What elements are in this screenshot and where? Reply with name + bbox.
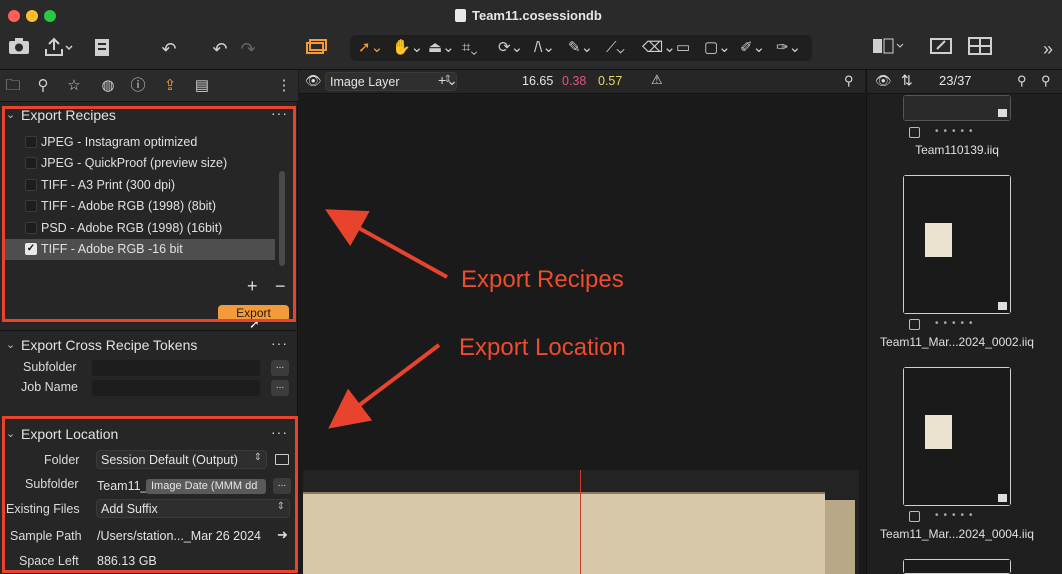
location-arrow xyxy=(328,343,441,429)
rotate-icon[interactable]: ⟳⌄ xyxy=(498,37,523,59)
minimize-window-button[interactable] xyxy=(26,10,38,22)
cross-tokens-title: Export Cross Recipe Tokens xyxy=(21,337,198,353)
jobname-label: Job Name xyxy=(21,380,78,394)
rating-dots[interactable]: ••••• xyxy=(935,318,978,329)
recipes-annotation: Export Recipes xyxy=(461,266,624,293)
ruler-icon[interactable]: ▭ xyxy=(676,37,690,59)
recipes-arrow xyxy=(325,209,448,279)
thumbnail[interactable] xyxy=(903,95,1011,121)
info-tab-icon[interactable]: ⓘ xyxy=(128,76,148,96)
browser-toolbar: 👁 ⇅ 23/37 ⚲ ⚲ xyxy=(867,70,1062,94)
tabs-menu-icon[interactable]: ⋮ xyxy=(274,76,294,96)
select-cursor-icon[interactable]: ➚⌄ xyxy=(358,37,383,59)
cross-tokens-header[interactable]: ⌄ Export Cross Recipe Tokens ··· xyxy=(0,335,298,357)
close-window-button[interactable] xyxy=(8,10,20,22)
import-icon[interactable] xyxy=(44,37,74,61)
title-bar: Team11.cosessiondb xyxy=(0,0,1062,30)
search-icon[interactable]: ⚲ xyxy=(1017,73,1027,89)
brush-icon[interactable]: ✎⌄ xyxy=(568,37,593,59)
edit-icon[interactable] xyxy=(930,37,952,61)
sort-icon[interactable]: ⇅ xyxy=(901,72,913,89)
undo-icon[interactable]: ↶ xyxy=(210,37,230,61)
subfolder-label: Subfolder xyxy=(23,360,77,374)
eye-icon[interactable]: 👁 xyxy=(305,73,322,89)
add-layer-icon[interactable]: +⌄ xyxy=(438,72,458,89)
undo-history-icon[interactable]: ↶ xyxy=(155,37,183,61)
collapse-chevron-icon[interactable]: ⌄ xyxy=(6,338,15,351)
crop-icon[interactable]: ⌗⌄ xyxy=(462,37,478,59)
pan-hand-icon[interactable]: ✋⌄ xyxy=(392,37,423,59)
thumbnail[interactable] xyxy=(903,175,1011,314)
location-highlight-box xyxy=(2,416,298,573)
more-chevron-icon[interactable]: » xyxy=(1038,37,1058,61)
eraser-icon[interactable]: ⌫⌄ xyxy=(642,37,676,59)
divider xyxy=(0,330,298,331)
color-tab-icon[interactable]: ◍ xyxy=(98,76,118,96)
window-title: Team11.cosessiondb xyxy=(472,8,602,23)
thumbnail-name: Team11_Mar...2024_0002.iiq xyxy=(880,335,1034,349)
location-annotation: Export Location xyxy=(459,334,626,361)
variants-icon[interactable] xyxy=(304,37,330,61)
thumbnail-image xyxy=(925,223,952,257)
spot-icon[interactable]: ✑⌄ xyxy=(776,37,801,59)
thumbnail-checkbox[interactable] xyxy=(909,319,920,330)
subfolder-token-button[interactable]: ... xyxy=(271,360,289,376)
camera-icon[interactable] xyxy=(8,37,30,61)
thumbnail[interactable] xyxy=(903,367,1011,506)
zoom-icon[interactable]: ⚲ xyxy=(844,73,854,89)
thumbnail-image xyxy=(925,415,952,449)
more-icon[interactable]: ··· xyxy=(271,335,288,351)
viewer-toolbar: 👁 Image Layer ⇕ +⌄ 16.65 0.38 0.57 ⚠ ⚲ xyxy=(299,70,865,94)
jobname-token-button[interactable]: ... xyxy=(271,380,289,396)
picker-icon[interactable]: ✐⌄ xyxy=(740,37,765,59)
layer-label: Image Layer xyxy=(330,75,400,89)
raw-badge-icon xyxy=(998,109,1007,117)
star-tab-icon[interactable]: ☆ xyxy=(64,76,84,96)
warning-icon: ⚠ xyxy=(651,72,663,87)
clipboard-icon[interactable] xyxy=(92,37,112,61)
rating-dots[interactable]: ••••• xyxy=(935,510,978,521)
zoom-icon[interactable]: ⚲ xyxy=(1041,73,1051,89)
tool-tabs: 🗀 ⚲ ☆ ◍ ⓘ ⇪ ▤ ⋮ xyxy=(0,70,298,102)
export-tab-icon[interactable]: ⇪ xyxy=(160,76,180,96)
redo-icon[interactable]: ↷ xyxy=(238,37,258,61)
zoom-window-button[interactable] xyxy=(44,10,56,22)
rating-dots[interactable]: ••••• xyxy=(935,126,978,137)
capture-tab-icon[interactable]: ⚲ xyxy=(33,76,53,96)
thumbnail-name: Team110139.iiq xyxy=(915,143,999,157)
straighten-icon[interactable]: /\⌄ xyxy=(534,37,555,59)
browser-panel: 👁 ⇅ 23/37 ⚲ ⚲ ••••• Team110139.iiq •••••… xyxy=(866,70,1062,574)
main-toolbar: ↶ ↶ ↷ ➚⌄ ✋⌄ ⏏⌄ ⌗⌄ ⟳⌄ /\⌄ ✎⌄ ⟋⌄ ⌫⌄ ▭ ▢⌄ ✐… xyxy=(0,30,1062,70)
gradient-icon[interactable]: ⟋⌄ xyxy=(606,37,625,59)
image-counter: 23/37 xyxy=(939,73,972,88)
raw-badge-icon xyxy=(998,302,1007,310)
cursor-tools-group: ➚⌄ ✋⌄ ⏏⌄ ⌗⌄ ⟳⌄ /\⌄ ✎⌄ ⟋⌄ ⌫⌄ ▭ ▢⌄ ✐⌄ ✑⌄ xyxy=(350,35,812,61)
thumbnail[interactable] xyxy=(903,559,1011,574)
thumbnail-checkbox[interactable] xyxy=(909,127,920,138)
readout-value-2: 0.38 xyxy=(562,74,587,88)
grid-view-icon[interactable] xyxy=(968,37,992,61)
subfolder-token-field[interactable] xyxy=(92,360,260,376)
eye-icon[interactable]: 👁 xyxy=(875,73,892,89)
readout-value-3: 0.57 xyxy=(598,74,623,88)
annotate-icon[interactable]: ▢⌄ xyxy=(704,37,731,59)
keystone-icon[interactable]: ⏏⌄ xyxy=(428,37,455,59)
folder-tab-icon[interactable]: 🗀 xyxy=(3,76,23,96)
layout-icon[interactable] xyxy=(872,37,906,61)
thumbnail-checkbox[interactable] xyxy=(909,511,920,522)
batch-tab-icon[interactable]: ▤ xyxy=(192,76,212,96)
readout-value-1: 16.65 xyxy=(522,74,554,88)
jobname-field[interactable] xyxy=(92,380,260,396)
document-icon xyxy=(455,9,466,22)
raw-badge-icon xyxy=(998,494,1007,502)
recipes-highlight-box xyxy=(2,106,296,322)
thumbnail-name: Team11_Mar...2024_0004.iiq xyxy=(880,527,1034,541)
